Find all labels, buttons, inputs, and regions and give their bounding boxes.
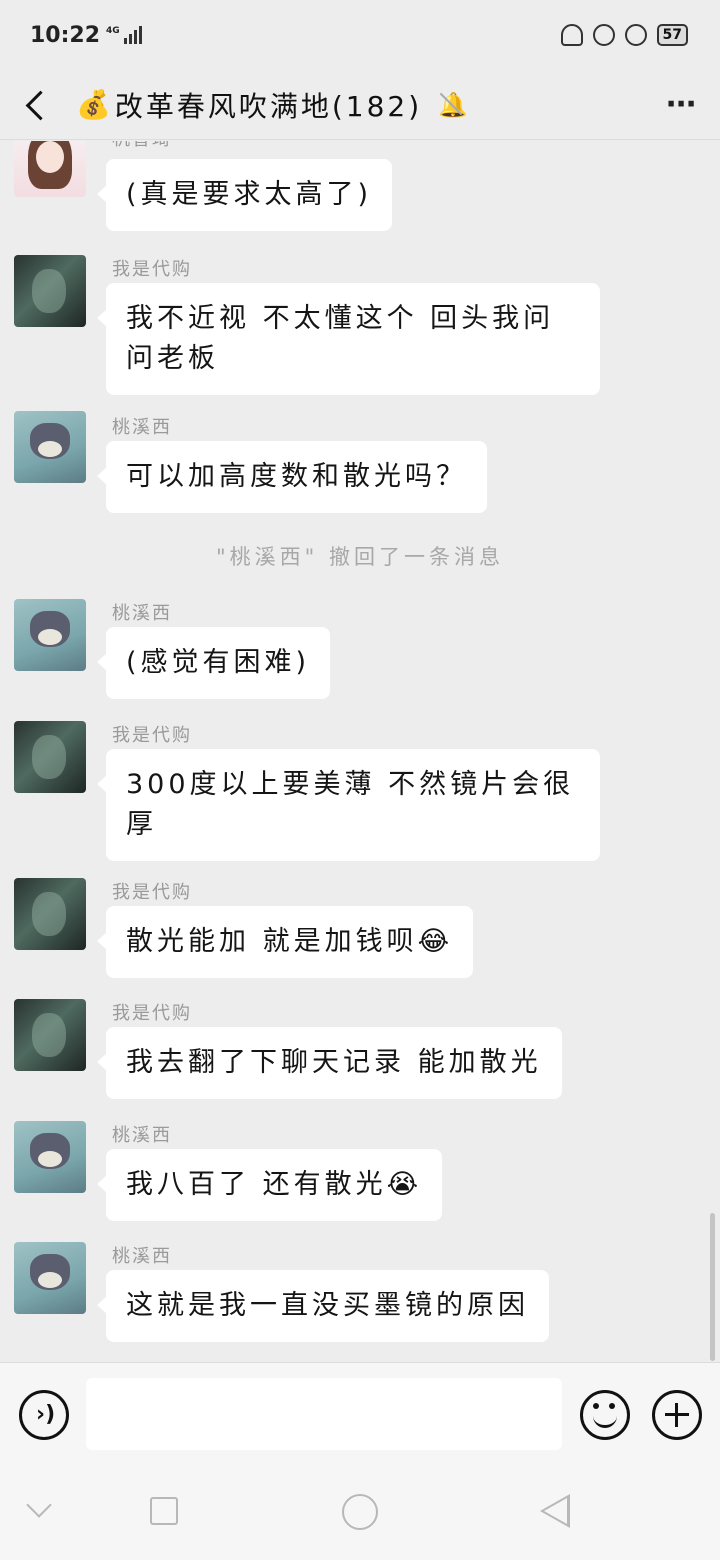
sender-name: 我是代购 (112, 1003, 192, 1024)
status-time: 10:22 (30, 22, 101, 48)
sender-name: 我是代购 (112, 882, 192, 903)
status-bar: 10:22 4G 57 (0, 0, 720, 70)
message-input[interactable] (86, 1378, 562, 1450)
cat-avatar[interactable] (14, 1121, 86, 1193)
more-options-icon[interactable]: ⋯ (666, 87, 698, 122)
bell-icon (560, 24, 583, 46)
message-bubble[interactable]: 我不近视 不太懂这个 回头我问问老板 (97, 283, 600, 395)
message-bubble[interactable]: 这就是我一直没买墨镜的原因 (97, 1270, 549, 1342)
battery-icon: 57 (656, 24, 688, 46)
sender-name: 桃溪西 (112, 603, 172, 624)
cat-avatar[interactable] (14, 599, 86, 671)
sender-name: 我是代购 (112, 725, 192, 746)
sender-name: 桃溪西 (112, 417, 172, 438)
message-bubble[interactable]: 散光能加 就是加钱呗😂 (96, 906, 474, 978)
alarm-icon (624, 24, 647, 46)
girl-avatar[interactable] (14, 141, 86, 197)
dark-avatar[interactable] (14, 878, 86, 950)
voice-icon[interactable]: ›) (19, 1390, 69, 1440)
message-bubble[interactable]: (感觉有困难) (96, 627, 331, 699)
money-bag-icon: 💰 (76, 88, 111, 121)
mute-icon: 🔔 (438, 90, 469, 119)
dark-avatar[interactable] (14, 721, 86, 793)
sender-name: 机智琦 (112, 141, 172, 151)
sender-name: 我是代购 (112, 259, 192, 280)
back-nav-icon[interactable] (540, 1494, 570, 1528)
emoji-icon[interactable] (580, 1390, 630, 1440)
home-icon[interactable] (342, 1494, 378, 1530)
recall-notice: "桃溪西" 撤回了一条消息 (216, 545, 504, 569)
scrollbar[interactable] (710, 1213, 715, 1361)
plus-icon[interactable] (652, 1390, 702, 1440)
dark-avatar[interactable] (14, 255, 86, 327)
sender-name: 桃溪西 (112, 1125, 172, 1146)
cat-avatar[interactable] (14, 1242, 86, 1314)
recents-icon[interactable] (150, 1497, 178, 1525)
message-bubble[interactable]: 300度以上要美薄 不然镜片会很厚 (97, 749, 600, 861)
input-bar: ›) (0, 1362, 720, 1466)
message-bubble[interactable]: (真是要求太高了) (96, 159, 393, 231)
signal-icon: 4G (106, 26, 142, 44)
chat-messages[interactable]: 机智琦 (真是要求太高了) 我是代购 我不近视 不太懂这个 回头我问问老板 桃溪… (0, 141, 720, 1361)
message-bubble[interactable]: 我去翻了下聊天记录 能加散光 (97, 1027, 562, 1099)
chat-title: 改革春风吹满地(182) (114, 89, 423, 123)
sender-name: 桃溪西 (112, 1246, 172, 1267)
dark-avatar[interactable] (14, 999, 86, 1071)
cat-avatar[interactable] (14, 411, 86, 483)
message-bubble[interactable]: 我八百了 还有散光😭 (96, 1149, 443, 1221)
lock-rotation-icon (592, 24, 615, 46)
network-type: 4G (106, 26, 120, 36)
chat-header: 💰 改革春风吹满地(182) 🔔 ⋯ (0, 70, 720, 140)
system-nav-bar (0, 1466, 720, 1560)
back-icon[interactable] (22, 85, 50, 125)
message-bubble[interactable]: 可以加高度数和散光吗？ (97, 441, 487, 513)
chevron-down-icon[interactable] (26, 1492, 52, 1518)
